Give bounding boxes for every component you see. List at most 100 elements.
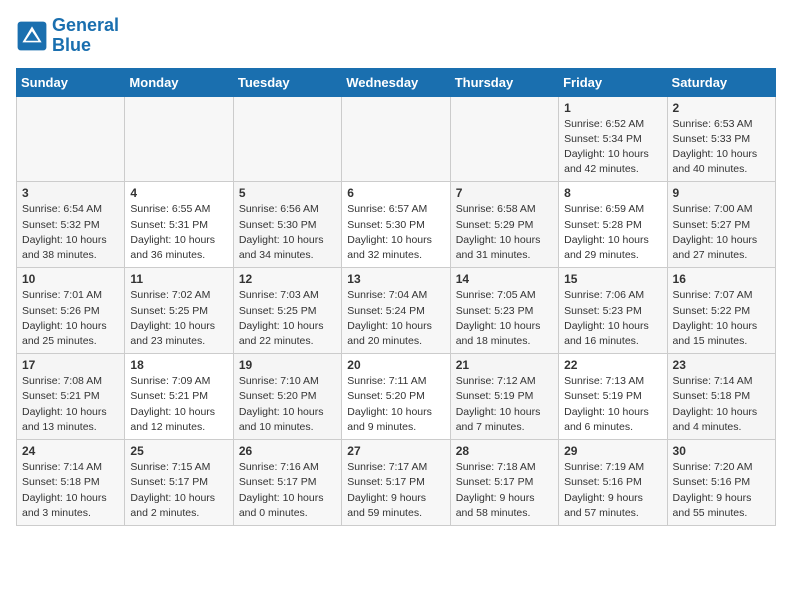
day-number: 5 — [239, 186, 336, 200]
day-number: 8 — [564, 186, 661, 200]
week-row-5: 24 Sunrise: 7:14 AM Sunset: 5:18 PM Dayli… — [17, 440, 776, 526]
day-cell-3: 3 Sunrise: 6:54 AM Sunset: 5:32 PM Daylig… — [17, 182, 125, 268]
day-cell-7: 7 Sunrise: 6:58 AM Sunset: 5:29 PM Daylig… — [450, 182, 558, 268]
day-number: 9 — [673, 186, 770, 200]
page-header: General Blue — [16, 16, 776, 56]
col-header-thursday: Thursday — [450, 68, 558, 96]
day-info: Sunrise: 6:59 AM Sunset: 5:28 PM Dayligh… — [564, 202, 661, 263]
day-info: Sunrise: 7:10 AM Sunset: 5:20 PM Dayligh… — [239, 374, 336, 435]
day-number: 2 — [673, 101, 770, 115]
day-number: 20 — [347, 358, 444, 372]
col-header-sunday: Sunday — [17, 68, 125, 96]
day-cell-17: 17 Sunrise: 7:08 AM Sunset: 5:21 PM Dayli… — [17, 354, 125, 440]
day-cell-30: 30 Sunrise: 7:20 AM Sunset: 5:16 PM Dayli… — [667, 440, 775, 526]
empty-cell — [342, 96, 450, 182]
day-number: 15 — [564, 272, 661, 286]
day-number: 30 — [673, 444, 770, 458]
day-number: 3 — [22, 186, 119, 200]
day-info: Sunrise: 7:06 AM Sunset: 5:23 PM Dayligh… — [564, 288, 661, 349]
day-info: Sunrise: 6:52 AM Sunset: 5:34 PM Dayligh… — [564, 117, 661, 178]
day-number: 12 — [239, 272, 336, 286]
day-cell-21: 21Sunrise: 7:12 AM Sunset: 5:19 PM Dayli… — [450, 354, 558, 440]
day-number: 19 — [239, 358, 336, 372]
col-header-tuesday: Tuesday — [233, 68, 341, 96]
day-info: Sunrise: 7:18 AM Sunset: 5:17 PM Dayligh… — [456, 460, 553, 521]
day-info: Sunrise: 7:15 AM Sunset: 5:17 PM Dayligh… — [130, 460, 227, 521]
day-info: Sunrise: 7:04 AM Sunset: 5:24 PM Dayligh… — [347, 288, 444, 349]
day-info: Sunrise: 7:07 AM Sunset: 5:22 PM Dayligh… — [673, 288, 770, 349]
day-cell-22: 22Sunrise: 7:13 AM Sunset: 5:19 PM Dayli… — [559, 354, 667, 440]
logo-text: General Blue — [52, 16, 119, 56]
day-info: Sunrise: 7:14 AM Sunset: 5:18 PM Dayligh… — [673, 374, 770, 435]
day-number: 7 — [456, 186, 553, 200]
day-info: Sunrise: 7:03 AM Sunset: 5:25 PM Dayligh… — [239, 288, 336, 349]
day-cell-1: 1 Sunrise: 6:52 AM Sunset: 5:34 PM Daylig… — [559, 96, 667, 182]
day-number: 23 — [673, 358, 770, 372]
day-number: 29 — [564, 444, 661, 458]
day-number: 11 — [130, 272, 227, 286]
empty-cell — [233, 96, 341, 182]
empty-cell — [17, 96, 125, 182]
day-info: Sunrise: 7:17 AM Sunset: 5:17 PM Dayligh… — [347, 460, 444, 521]
day-number: 14 — [456, 272, 553, 286]
day-cell-13: 13 Sunrise: 7:04 AM Sunset: 5:24 PM Dayli… — [342, 268, 450, 354]
day-info: Sunrise: 7:19 AM Sunset: 5:16 PM Dayligh… — [564, 460, 661, 521]
day-number: 16 — [673, 272, 770, 286]
day-number: 1 — [564, 101, 661, 115]
day-cell-27: 27 Sunrise: 7:17 AM Sunset: 5:17 PM Dayli… — [342, 440, 450, 526]
day-number: 18 — [130, 358, 227, 372]
day-info: Sunrise: 7:05 AM Sunset: 5:23 PM Dayligh… — [456, 288, 553, 349]
day-info: Sunrise: 7:12 AM Sunset: 5:19 PM Dayligh… — [456, 374, 553, 435]
col-header-saturday: Saturday — [667, 68, 775, 96]
day-cell-29: 29 Sunrise: 7:19 AM Sunset: 5:16 PM Dayli… — [559, 440, 667, 526]
empty-cell — [450, 96, 558, 182]
day-info: Sunrise: 7:11 AM Sunset: 5:20 PM Dayligh… — [347, 374, 444, 435]
day-number: 10 — [22, 272, 119, 286]
week-row-1: 1 Sunrise: 6:52 AM Sunset: 5:34 PM Daylig… — [17, 96, 776, 182]
day-cell-11: 11 Sunrise: 7:02 AM Sunset: 5:25 PM Dayli… — [125, 268, 233, 354]
day-cell-10: 10Sunrise: 7:01 AM Sunset: 5:26 PM Dayli… — [17, 268, 125, 354]
day-info: Sunrise: 7:09 AM Sunset: 5:21 PM Dayligh… — [130, 374, 227, 435]
col-header-monday: Monday — [125, 68, 233, 96]
day-number: 4 — [130, 186, 227, 200]
day-info: Sunrise: 6:57 AM Sunset: 5:30 PM Dayligh… — [347, 202, 444, 263]
day-cell-24: 24 Sunrise: 7:14 AM Sunset: 5:18 PM Dayli… — [17, 440, 125, 526]
logo: General Blue — [16, 16, 119, 56]
day-number: 28 — [456, 444, 553, 458]
day-number: 24 — [22, 444, 119, 458]
day-info: Sunrise: 7:16 AM Sunset: 5:17 PM Dayligh… — [239, 460, 336, 521]
day-info: Sunrise: 7:02 AM Sunset: 5:25 PM Dayligh… — [130, 288, 227, 349]
header-row: SundayMondayTuesdayWednesdayThursdayFrid… — [17, 68, 776, 96]
day-info: Sunrise: 7:20 AM Sunset: 5:16 PM Dayligh… — [673, 460, 770, 521]
day-cell-15: 15 Sunrise: 7:06 AM Sunset: 5:23 PM Dayli… — [559, 268, 667, 354]
day-number: 27 — [347, 444, 444, 458]
day-number: 26 — [239, 444, 336, 458]
day-info: Sunrise: 6:55 AM Sunset: 5:31 PM Dayligh… — [130, 202, 227, 263]
day-cell-5: 5 Sunrise: 6:56 AM Sunset: 5:30 PM Daylig… — [233, 182, 341, 268]
day-info: Sunrise: 7:00 AM Sunset: 5:27 PM Dayligh… — [673, 202, 770, 263]
day-info: Sunrise: 6:56 AM Sunset: 5:30 PM Dayligh… — [239, 202, 336, 263]
calendar-table: SundayMondayTuesdayWednesdayThursdayFrid… — [16, 68, 776, 526]
day-cell-9: 9 Sunrise: 7:00 AM Sunset: 5:27 PM Daylig… — [667, 182, 775, 268]
week-row-4: 17 Sunrise: 7:08 AM Sunset: 5:21 PM Dayli… — [17, 354, 776, 440]
day-info: Sunrise: 6:54 AM Sunset: 5:32 PM Dayligh… — [22, 202, 119, 263]
day-info: Sunrise: 6:58 AM Sunset: 5:29 PM Dayligh… — [456, 202, 553, 263]
day-cell-14: 14 Sunrise: 7:05 AM Sunset: 5:23 PM Dayli… — [450, 268, 558, 354]
day-cell-25: 25 Sunrise: 7:15 AM Sunset: 5:17 PM Dayli… — [125, 440, 233, 526]
week-row-3: 10Sunrise: 7:01 AM Sunset: 5:26 PM Dayli… — [17, 268, 776, 354]
day-cell-20: 20 Sunrise: 7:11 AM Sunset: 5:20 PM Dayli… — [342, 354, 450, 440]
day-info: Sunrise: 7:14 AM Sunset: 5:18 PM Dayligh… — [22, 460, 119, 521]
day-cell-19: 19 Sunrise: 7:10 AM Sunset: 5:20 PM Dayli… — [233, 354, 341, 440]
day-cell-6: 6 Sunrise: 6:57 AM Sunset: 5:30 PM Daylig… — [342, 182, 450, 268]
col-header-wednesday: Wednesday — [342, 68, 450, 96]
day-cell-12: 12 Sunrise: 7:03 AM Sunset: 5:25 PM Dayli… — [233, 268, 341, 354]
day-number: 13 — [347, 272, 444, 286]
empty-cell — [125, 96, 233, 182]
day-cell-2: 2Sunrise: 6:53 AM Sunset: 5:33 PM Daylig… — [667, 96, 775, 182]
day-number: 6 — [347, 186, 444, 200]
day-number: 22 — [564, 358, 661, 372]
day-number: 25 — [130, 444, 227, 458]
day-info: Sunrise: 7:08 AM Sunset: 5:21 PM Dayligh… — [22, 374, 119, 435]
week-row-2: 3 Sunrise: 6:54 AM Sunset: 5:32 PM Daylig… — [17, 182, 776, 268]
day-number: 17 — [22, 358, 119, 372]
